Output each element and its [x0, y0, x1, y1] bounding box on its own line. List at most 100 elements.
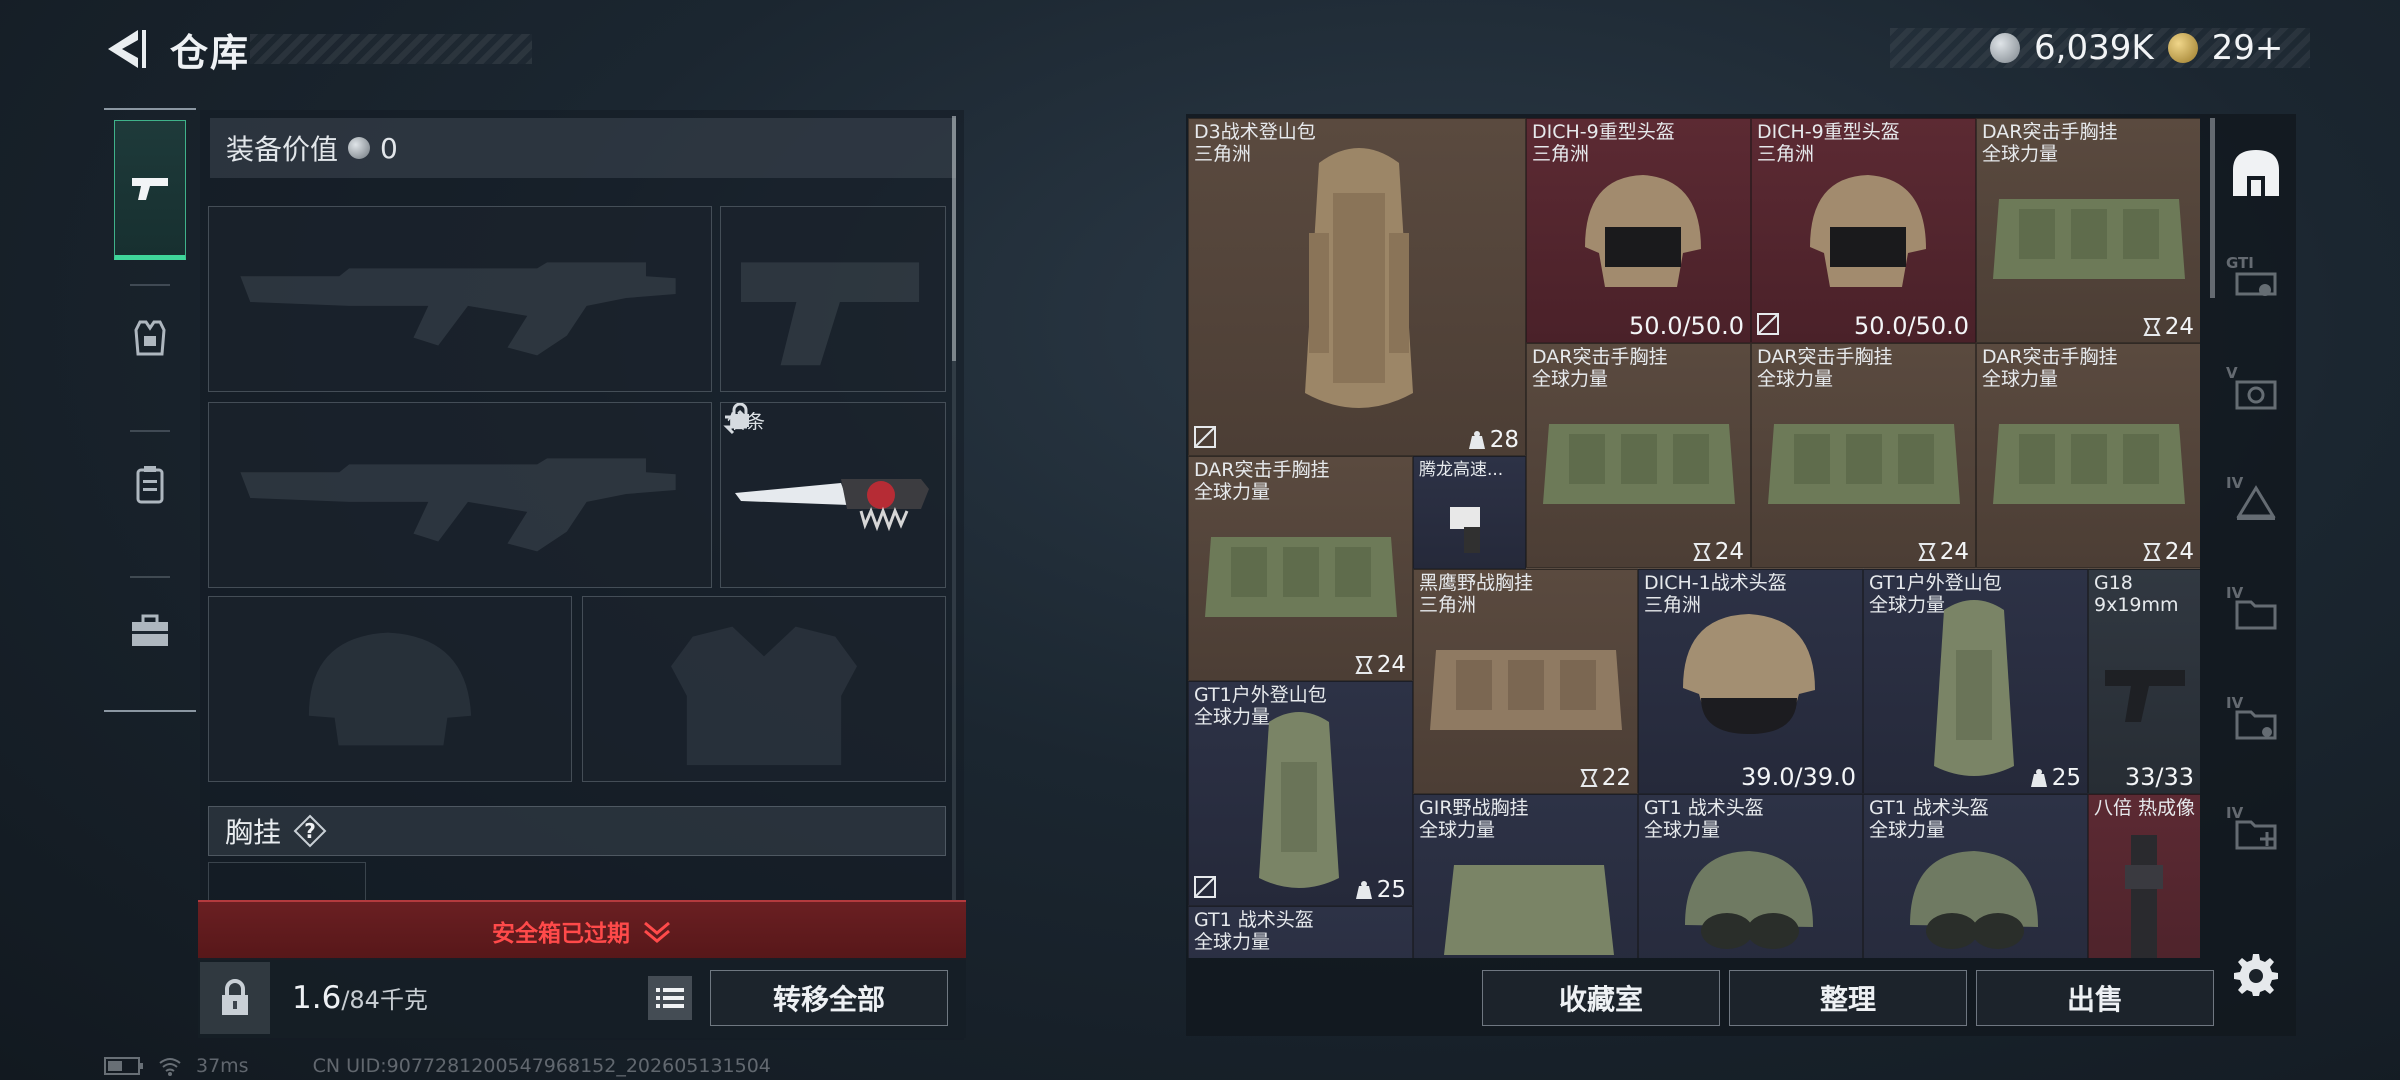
tab-weapons[interactable]: [114, 120, 186, 260]
storage-item-gt1-backpack[interactable]: GT1户外登山包 全球力量 25: [1863, 569, 2088, 794]
tab-category-4[interactable]: IV: [2222, 558, 2290, 668]
chest-rig-art: [1993, 424, 2185, 504]
item-faction: 三角洲: [1194, 143, 1252, 165]
pistol-icon: [132, 178, 168, 200]
silver-coin-icon: [348, 137, 371, 159]
item-quantity: 24: [2143, 539, 2194, 565]
item-faction: 全球力量: [1532, 368, 1609, 390]
sell-button[interactable]: 出售: [1976, 970, 2214, 1026]
tab-category-6[interactable]: IV: [2222, 778, 2290, 888]
armor-silhouette-icon: [671, 626, 857, 766]
user-uid: CN UID:9077281200547968152_202605131504: [312, 1055, 771, 1077]
tab-divider-top: [104, 108, 196, 110]
storage-item-blackhawk-rig[interactable]: 黑鹰野战胸挂 三角洲 22: [1413, 569, 1638, 794]
storage-item-dar-rig[interactable]: DAR突击手胸挂 全球力量 24: [1526, 343, 1751, 568]
armor-vest-icon: [134, 320, 166, 356]
carry-weight: 1.6/84千克: [292, 980, 428, 1016]
storage-item-tenglong[interactable]: 腾龙高速...: [1413, 456, 1526, 569]
lock-icon: [222, 979, 248, 1015]
help-glyph: ?: [304, 819, 316, 843]
storage-category-tabs: GTI V IV IV IV IV: [2222, 118, 2290, 958]
add-container-icon: [2235, 820, 2277, 850]
storage-item-gt1-helmet[interactable]: GT1 战术头盔 全球力量: [1188, 906, 1413, 958]
chest-rig-label: 胸挂: [225, 816, 282, 849]
storage-item-gt1-helmet[interactable]: GT1 战术头盔 全球力量: [1863, 794, 2088, 958]
storage-item-dich9-helmet[interactable]: DICH-9重型头盔 三角洲 50.0/50.0: [1751, 118, 1976, 343]
folder-icon: [2235, 600, 2277, 630]
gold-currency-value[interactable]: 29+: [2212, 28, 2284, 68]
durability-icon: [1580, 769, 1598, 787]
list-view-button[interactable]: [648, 976, 692, 1020]
chest-rig-slot[interactable]: [208, 862, 366, 903]
tab-category-2[interactable]: V: [2222, 338, 2290, 448]
item-quantity: 22: [1580, 765, 1631, 791]
tab-category-1[interactable]: GTI: [2222, 228, 2290, 338]
item-caliber: 9x19mm: [2094, 594, 2179, 616]
body-armor-slot[interactable]: [582, 596, 946, 782]
durability-icon: [1918, 543, 1936, 561]
tab-backpack[interactable]: [114, 414, 186, 554]
help-icon[interactable]: ?: [293, 814, 327, 848]
storage-item-dar-rig[interactable]: DAR突击手胸挂 全球力量 24: [1188, 456, 1413, 681]
back-arrow-icon[interactable]: [100, 24, 150, 74]
storage-item-dich9-helmet[interactable]: DICH-9重型头盔 三角洲 50.0/50.0: [1526, 118, 1751, 343]
primary-weapon-slot[interactable]: [208, 206, 712, 392]
storage-item-thermal-scope[interactable]: 八倍 热成像: [2088, 794, 2200, 958]
wifi-icon: [159, 1058, 181, 1076]
storage-scrollbar-thumb[interactable]: [2210, 118, 2215, 298]
tertiary-weapon-slot[interactable]: [208, 402, 712, 588]
collection-room-button[interactable]: 收藏室: [1482, 970, 1720, 1026]
storage-item-g18[interactable]: G18 9x19mm 33/33: [2088, 569, 2200, 794]
gear-icon[interactable]: [2234, 952, 2278, 996]
storage-item-gt1-backpack[interactable]: GT1户外登山包 全球力量 25: [1188, 681, 1413, 906]
currency-bar: 6,039K 29+: [1890, 28, 2310, 68]
storage-item-dar-rig[interactable]: DAR突击手胸挂 全球力量 24: [1976, 118, 2200, 343]
tab-category-3[interactable]: IV: [2222, 448, 2290, 558]
tab-category-5[interactable]: IV: [2222, 668, 2290, 778]
storage-item-dar-rig[interactable]: DAR突击手胸挂 全球力量 24: [1751, 343, 1976, 568]
storage-item-dar-rig[interactable]: DAR突击手胸挂 全球力量 24: [1976, 343, 2200, 568]
rifle-silhouette-icon: [240, 458, 676, 552]
helmet-slot[interactable]: [208, 596, 572, 782]
item-quantity: 25: [1355, 877, 1406, 903]
safe-box-expired-banner[interactable]: 安全箱已过期: [198, 900, 966, 960]
storage-item-dich1-helmet[interactable]: DICH-1战术头盔 三角洲 39.0/39.0: [1638, 569, 1863, 794]
item-name: G18: [2094, 572, 2133, 594]
storage-item-gt1-helmet[interactable]: GT1 战术头盔 全球力量: [1638, 794, 1863, 958]
attachment-art: [1450, 507, 1480, 553]
warehouse-icon: [2233, 150, 2279, 196]
item-name: DAR突击手胸挂: [1532, 346, 1668, 368]
no-insure-icon: [1194, 426, 1216, 448]
loadout-scrollbar-thumb[interactable]: [952, 116, 956, 361]
list-icon: [656, 988, 684, 1008]
item-faction: 全球力量: [1419, 819, 1496, 841]
weapon-rack-icon: [2235, 272, 2277, 296]
organize-button[interactable]: 整理: [1729, 970, 1967, 1026]
storage-item-d3-backpack[interactable]: D3战术登山包 三角洲 28: [1188, 118, 1526, 456]
no-insure-icon: [1194, 876, 1216, 898]
chest-rig-art: [1993, 199, 2185, 279]
knife-card-slot[interactable]: 信条: [720, 402, 946, 588]
weight-icon: [1355, 881, 1372, 899]
lock-icon: [731, 403, 749, 427]
tab-all-storage[interactable]: [2222, 118, 2290, 228]
scope-art: [2125, 835, 2163, 958]
backpack-art: [1305, 148, 1413, 408]
bag-lock-button[interactable]: [200, 962, 270, 1034]
transfer-all-button[interactable]: 转移全部: [710, 970, 948, 1026]
item-name: DAR突击手胸挂: [1982, 121, 2118, 143]
item-durability: 50.0/50.0: [1854, 312, 1969, 340]
item-quantity: 24: [2143, 314, 2194, 340]
chest-rig-art: [1768, 424, 1960, 504]
tab-armor[interactable]: [114, 268, 186, 408]
weight-icon: [2030, 769, 2047, 787]
safe-box-expired-text: 安全箱已过期: [492, 921, 630, 947]
secondary-weapon-slot[interactable]: [720, 206, 946, 392]
backpack-icon: [136, 466, 164, 504]
tab-toolbox[interactable]: [114, 560, 186, 700]
item-quantity: 24: [1918, 539, 1969, 565]
equipment-value: 0: [380, 131, 398, 165]
item-faction: 全球力量: [1982, 368, 2059, 390]
item-quantity: 24: [1355, 652, 1406, 678]
storage-item-gir-rig[interactable]: GIR野战胸挂 全球力量: [1413, 794, 1638, 958]
